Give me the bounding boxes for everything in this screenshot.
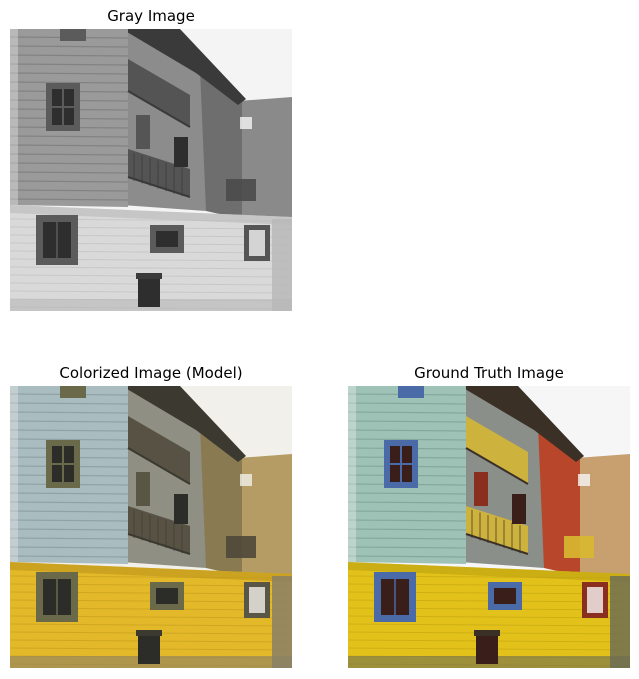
colorized-image xyxy=(10,386,292,668)
gray-image-title: Gray Image xyxy=(107,7,195,25)
gray-image xyxy=(10,29,292,311)
building-illustration xyxy=(348,386,630,668)
colorized-image-title: Colorized Image (Model) xyxy=(59,364,243,382)
building-illustration xyxy=(10,29,292,311)
building-illustration xyxy=(10,386,292,668)
ground-truth-image xyxy=(348,386,630,668)
ground-truth-image-title: Ground Truth Image xyxy=(414,364,564,382)
